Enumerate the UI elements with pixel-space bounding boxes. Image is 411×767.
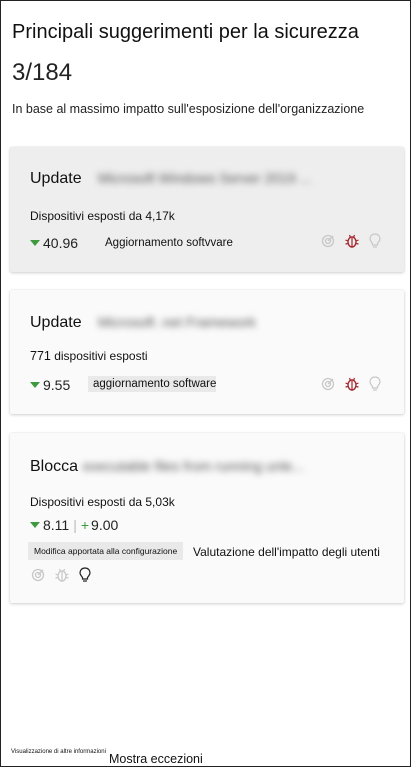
panel-title: Principali suggerimenti per la sicurezza [12,21,359,43]
bug-icon [344,376,360,392]
remediation-type-tag: aggiornamento software [88,376,216,392]
exposed-devices: Dispositivi esposti da 4,17k [30,209,175,223]
recommendation-card-2[interactable]: Update Microsoft .net Framework 771 disp… [10,290,404,414]
lightbulb-icon [79,567,91,583]
trend-down-icon [30,382,40,388]
threat-insight-icons [321,233,381,249]
card-target-name: Microsoft .net Framework [98,314,256,330]
exposed-devices: Dispositivi esposti da 5,03k [30,495,175,509]
remediation-type-tag: Modifica apportata alla configurazione [28,542,184,560]
exposed-devices-label: dispositivi esposti [54,349,148,363]
lightbulb-icon [369,376,381,392]
target-icon [31,568,45,582]
recommendation-card-3[interactable]: Blocca executable files from running unl… [10,433,404,603]
bug-icon [344,233,360,249]
user-impact-tag: Valutazione dell'impatto degli utenti [193,545,380,559]
exposure-score-value: 9.55 [43,377,71,393]
target-icon [321,234,335,248]
remediation-type-tag: Aggiornamento softvvare [105,237,233,249]
bug-icon [54,567,70,583]
score-separator: | [73,517,77,533]
card-target-name: Microsoft Windows Server 2019 ... [98,170,312,186]
recommendation-card-1[interactable]: Update Microsoft Windows Server 2019 ...… [10,147,404,272]
exposure-score: 40.96 [30,235,78,251]
card-target-name: executable files from running unle... [83,458,305,474]
exposed-devices: 771 dispositivi esposti [30,349,148,363]
show-exceptions-link[interactable]: Mostra eccezioni [109,752,203,766]
target-icon [321,377,335,391]
trend-down-icon [30,522,40,528]
exposed-devices-count: 771 [30,349,51,363]
panel-frame: Principali suggerimenti per la sicurezza… [0,0,411,767]
card-action-verb: Update [30,170,82,187]
secure-score-value: 9.00 [91,517,119,533]
card-action-verb: Update [30,314,82,331]
exposure-score-value: 40.96 [43,235,79,251]
lightbulb-icon [369,233,381,249]
trend-down-icon [30,240,40,246]
threat-insight-icons [321,376,381,392]
exposure-score: 9.55 [30,377,70,393]
exposure-score: 8.11 | +9.00 [30,517,118,533]
threat-insight-icons [31,567,91,583]
show-more-info-link[interactable]: Visualizzazione di altre informazioni [11,749,106,755]
panel-subtitle: In base al massimo impatto sull'esposizi… [12,102,365,116]
plus-icon: + [80,517,90,533]
exposure-score-value: 8.11 [43,517,70,533]
recommendation-count: 3/184 [12,59,73,86]
card-action-verb: Blocca [30,458,79,475]
